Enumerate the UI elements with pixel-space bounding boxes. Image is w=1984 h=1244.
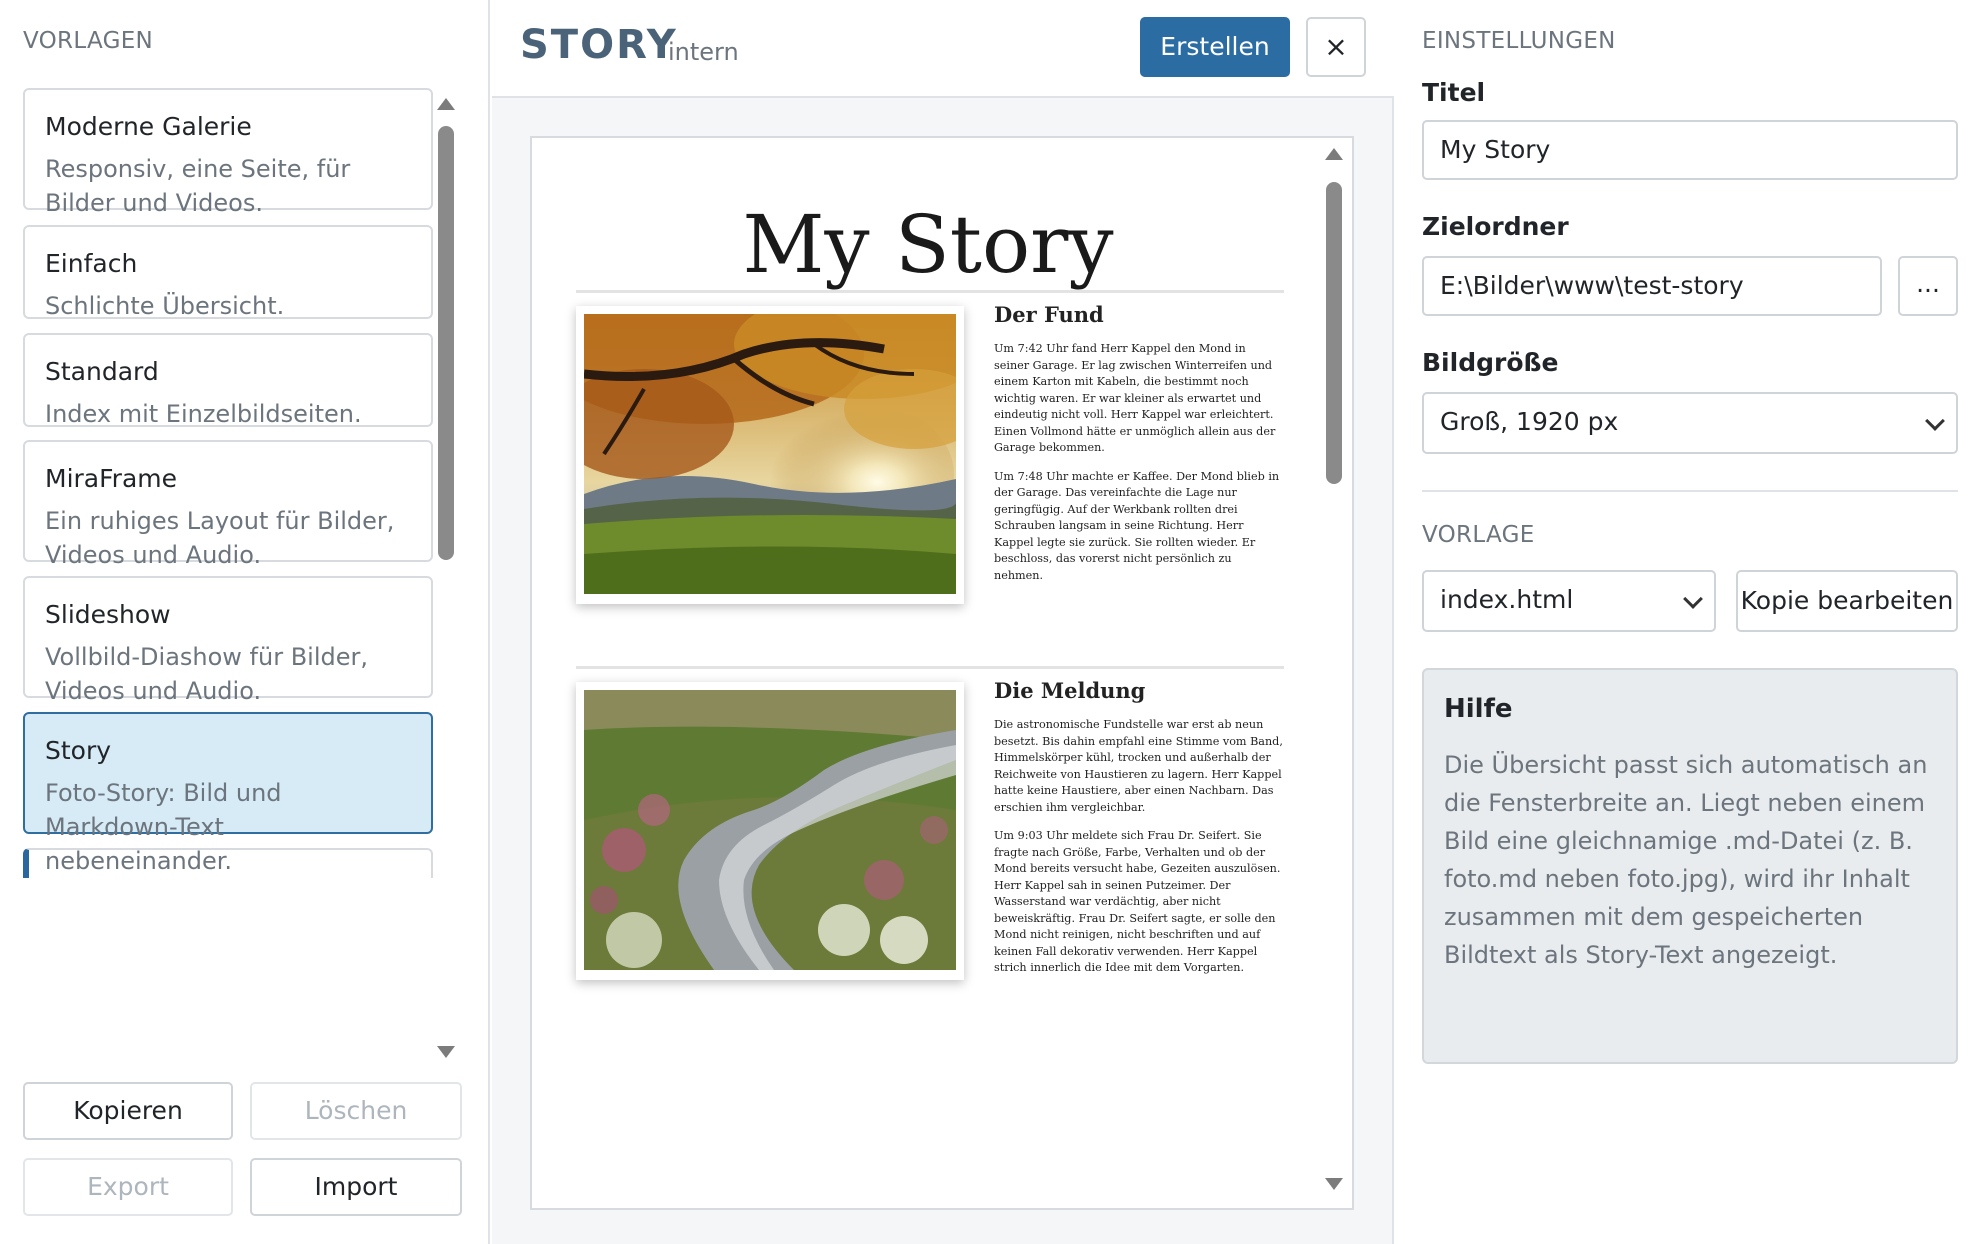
template-description: Vollbild-Diashow für Bilder, Videos und … xyxy=(45,643,369,705)
templates-panel: VORLAGEN Moderne Galerie Responsiv, eine… xyxy=(0,0,490,1244)
help-text: Die Übersicht passt sich automatisch an … xyxy=(1444,751,1928,969)
section-heading: Der Fund xyxy=(994,302,1104,327)
title-label: Titel xyxy=(1422,78,1486,107)
template-file-value: index.html xyxy=(1440,585,1574,614)
template-item-partial[interactable] xyxy=(23,848,433,878)
section-paragraph: Um 7:48 Uhr machte er Kaffee. Der Mond b… xyxy=(994,469,1280,582)
chevron-down-icon xyxy=(1683,589,1703,609)
template-description: Responsiv, eine Seite, für Bilder und Vi… xyxy=(45,155,351,217)
import-button[interactable]: Import xyxy=(250,1158,462,1216)
preview-section-text: Der Fund Um 7:42 Uhr fand Herr Kappel de… xyxy=(994,302,1284,596)
template-subtitle: intern xyxy=(668,38,739,66)
template-item-story[interactable]: Story Foto-Story: Bild und Markdown-Text… xyxy=(23,712,433,875)
template-name: Slideshow xyxy=(45,600,171,629)
settings-section-title: EINSTELLUNGEN xyxy=(1422,28,1616,54)
scroll-up-arrow-icon[interactable] xyxy=(437,98,455,110)
close-icon: × xyxy=(1324,30,1348,63)
template-description: Schlichte Übersicht. xyxy=(45,292,285,320)
story-preview[interactable]: My Story Der Fund Um 7:42 Uhr fand Herr … xyxy=(530,136,1354,1210)
scroll-up-arrow-icon[interactable] xyxy=(1325,148,1343,160)
target-folder-label: Zielordner xyxy=(1422,212,1569,241)
template-item-miraframe[interactable]: MiraFrame Ein ruhiges Layout für Bilder,… xyxy=(23,440,433,569)
delete-button[interactable]: Löschen xyxy=(250,1082,462,1140)
template-list-scrollbar[interactable] xyxy=(434,92,458,1058)
template-item-einfach[interactable]: Einfach Schlichte Übersicht. xyxy=(23,225,433,320)
template-name: Standard xyxy=(45,357,159,386)
preview-photo-meadow-stream xyxy=(576,682,964,980)
template-name: Story xyxy=(45,736,112,765)
scroll-thumb[interactable] xyxy=(1326,182,1342,484)
chevron-down-icon xyxy=(1925,411,1945,431)
template-item-slideshow[interactable]: Slideshow Vollbild-Diashow für Bilder, V… xyxy=(23,576,433,705)
image-size-select[interactable]: Groß, 1920 px xyxy=(1422,392,1958,454)
template-name: MiraFrame xyxy=(45,464,178,493)
template-name: Moderne Galerie xyxy=(45,112,252,141)
section-heading: Die Meldung xyxy=(994,678,1146,703)
template-file-select[interactable]: index.html xyxy=(1422,570,1716,632)
preview-title: My Story xyxy=(742,198,1114,291)
preview-header: STORY intern Erstellen × xyxy=(492,0,1394,98)
image-size-label: Bildgröße xyxy=(1422,348,1559,377)
preview-photo-autumn-tree xyxy=(576,306,964,604)
template-item-standard[interactable]: Standard Index mit Einzelbildseiten. xyxy=(23,333,433,428)
preview-panel: STORY intern Erstellen × My Story Der Fu… xyxy=(492,0,1394,1244)
section-paragraph: Um 9:03 Uhr meldete sich Frau Dr. Seifer… xyxy=(994,829,1281,974)
preview-divider xyxy=(576,290,1284,293)
scroll-down-arrow-icon[interactable] xyxy=(437,1046,455,1058)
close-button[interactable]: × xyxy=(1306,17,1366,77)
template-section-title: VORLAGE xyxy=(1422,522,1535,548)
settings-divider xyxy=(1422,490,1958,492)
create-button[interactable]: Erstellen xyxy=(1140,17,1290,77)
edit-copy-button[interactable]: Kopie bearbeiten xyxy=(1736,570,1958,632)
preview-scrollbar[interactable] xyxy=(1322,146,1346,1200)
template-item-moderne-galerie[interactable]: Moderne Galerie Responsiv, eine Seite, f… xyxy=(23,88,433,217)
template-title: STORY xyxy=(520,22,678,68)
template-description: Ein ruhiges Layout für Bilder, Videos un… xyxy=(45,507,395,569)
section-paragraph: Um 7:42 Uhr fand Herr Kappel den Mond in… xyxy=(994,342,1276,454)
export-button[interactable]: Export xyxy=(23,1158,233,1216)
preview-divider xyxy=(576,666,1284,669)
scroll-down-arrow-icon[interactable] xyxy=(1325,1178,1343,1190)
target-folder-input[interactable]: E:\Bilder\www\test-story xyxy=(1422,256,1882,316)
help-box: Hilfe Die Übersicht passt sich automatis… xyxy=(1422,668,1958,1064)
settings-panel: EINSTELLUNGEN Titel My Story Zielordner … xyxy=(1396,0,1984,1244)
help-title: Hilfe xyxy=(1444,694,1513,724)
preview-section-text: Die Meldung Die astronomische Fundstelle… xyxy=(994,678,1284,989)
template-name: Einfach xyxy=(45,249,138,278)
templates-section-title: VORLAGEN xyxy=(23,28,154,54)
section-paragraph: Die astronomische Fundstelle war erst ab… xyxy=(994,718,1283,814)
image-size-value: Groß, 1920 px xyxy=(1440,407,1619,436)
copy-button[interactable]: Kopieren xyxy=(23,1082,233,1140)
scroll-thumb[interactable] xyxy=(438,126,454,560)
browse-folder-button[interactable]: ... xyxy=(1898,256,1958,316)
template-description: Index mit Einzelbildseiten. xyxy=(45,400,362,428)
title-input[interactable]: My Story xyxy=(1422,120,1958,180)
template-list: Moderne Galerie Responsiv, eine Seite, f… xyxy=(23,88,433,1048)
